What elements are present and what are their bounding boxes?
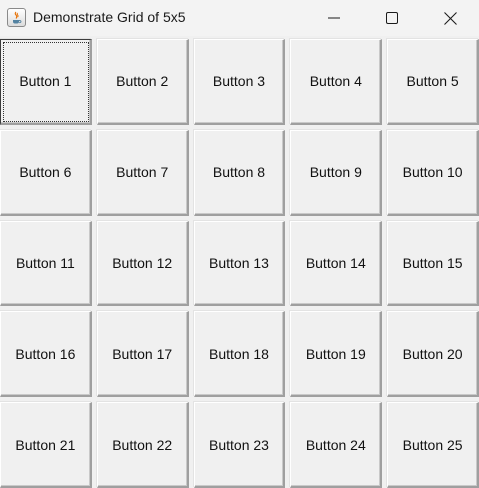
grid-button-label: Button 15 xyxy=(402,254,463,271)
grid-button-5[interactable]: Button 5 xyxy=(387,39,479,125)
grid-button-19[interactable]: Button 19 xyxy=(290,311,383,398)
grid-button-14[interactable]: Button 14 xyxy=(290,220,383,307)
grid-button-label: Button 24 xyxy=(305,436,366,453)
title-bar[interactable]: Demonstrate Grid of 5x5 xyxy=(0,0,479,36)
grid-button-label: Button 18 xyxy=(209,345,269,362)
close-icon xyxy=(443,11,457,25)
grid-button-13[interactable]: Button 13 xyxy=(193,220,286,307)
grid-button-label: Button 5 xyxy=(406,73,459,90)
grid-button-label: Button 13 xyxy=(209,254,269,271)
grid-button-9[interactable]: Button 9 xyxy=(290,129,383,216)
close-button[interactable] xyxy=(421,0,479,36)
grid-button-17[interactable]: Button 17 xyxy=(96,311,189,398)
grid-button-4[interactable]: Button 4 xyxy=(290,39,383,125)
grid-button-label: Button 11 xyxy=(15,254,75,271)
grid-button-8[interactable]: Button 8 xyxy=(193,129,286,216)
grid-button-label: Button 9 xyxy=(309,164,362,181)
grid-button-label: Button 4 xyxy=(309,73,362,90)
grid-button-label: Button 23 xyxy=(209,436,269,453)
grid-button-11[interactable]: Button 11 xyxy=(0,220,92,307)
grid-button-label: Button 19 xyxy=(305,345,366,362)
grid-button-23[interactable]: Button 23 xyxy=(193,402,286,488)
maximize-button[interactable] xyxy=(363,0,421,36)
grid-button-25[interactable]: Button 25 xyxy=(387,402,479,488)
grid-button-20[interactable]: Button 20 xyxy=(387,311,479,398)
grid-button-15[interactable]: Button 15 xyxy=(387,220,479,307)
grid-button-16[interactable]: Button 16 xyxy=(0,311,92,398)
button-grid: Button 1 Button 2 Button 3 Button 4 Button 5… xyxy=(0,37,479,488)
grid-button-6[interactable]: Button 6 xyxy=(0,129,92,216)
grid-button-label: Button 8 xyxy=(212,164,266,181)
grid-button-label: Button 21 xyxy=(15,436,76,453)
minimize-icon xyxy=(328,17,340,19)
grid-button-18[interactable]: Button 18 xyxy=(193,311,286,398)
app-window: Demonstrate Grid of 5x5 Button 1 Button 2… xyxy=(0,0,479,488)
grid-button-label: Button 12 xyxy=(112,254,173,271)
grid-button-label: Button 14 xyxy=(305,254,366,271)
grid-button-label: Button 25 xyxy=(402,436,463,453)
minimize-button[interactable] xyxy=(305,0,363,36)
window-title: Demonstrate Grid of 5x5 xyxy=(33,9,186,25)
grid-button-label: Button 10 xyxy=(402,164,463,181)
grid-button-21[interactable]: Button 21 xyxy=(0,402,92,488)
grid-button-label: Button 1 xyxy=(19,73,72,90)
grid-button-10[interactable]: Button 10 xyxy=(387,129,479,216)
maximize-icon xyxy=(386,12,398,24)
grid-button-2[interactable]: Button 2 xyxy=(96,39,189,125)
grid-button-label: Button 6 xyxy=(19,164,72,181)
java-coffee-cup-icon[interactable] xyxy=(7,8,26,27)
grid-button-22[interactable]: Button 22 xyxy=(96,402,189,488)
grid-button-label: Button 3 xyxy=(212,73,266,90)
grid-button-label: Button 17 xyxy=(112,345,173,362)
grid-button-label: Button 20 xyxy=(402,345,463,362)
grid-button-label: Button 7 xyxy=(116,164,169,181)
grid-button-1[interactable]: Button 1 xyxy=(0,39,92,125)
grid-button-label: Button 2 xyxy=(116,73,169,90)
grid-button-label: Button 22 xyxy=(112,436,173,453)
grid-button-12[interactable]: Button 12 xyxy=(96,220,189,307)
grid-button-3[interactable]: Button 3 xyxy=(193,39,286,125)
grid-button-24[interactable]: Button 24 xyxy=(290,402,383,488)
grid-button-label: Button 16 xyxy=(15,345,76,362)
grid-button-7[interactable]: Button 7 xyxy=(96,129,189,216)
